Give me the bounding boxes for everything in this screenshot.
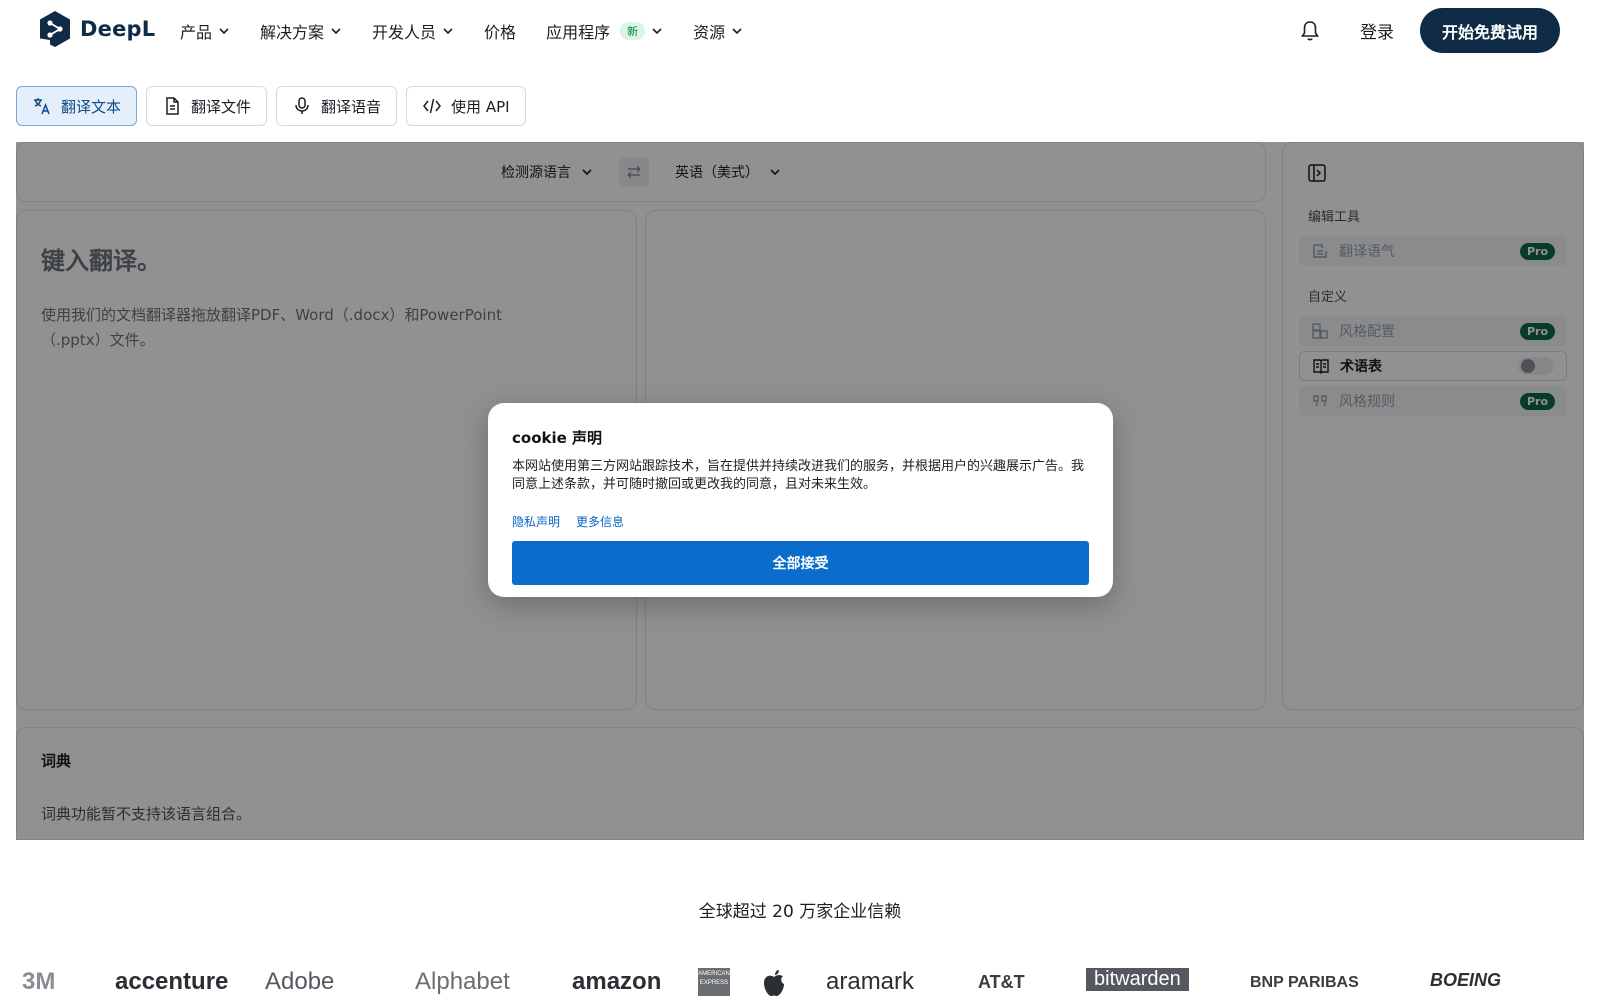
nav-label: 资源 <box>693 23 726 42</box>
chevron-down-icon <box>331 28 341 35</box>
tab-use-api[interactable]: 使用 API <box>406 86 526 126</box>
brand-logo: accenture <box>115 968 229 995</box>
code-icon <box>423 98 442 114</box>
nav-item-apps[interactable]: 应用程序 新 <box>546 18 663 44</box>
customer-logos: 3M accenture Adobe Alphabet amazon AMERI… <box>0 968 1600 1000</box>
top-navigation: DeepL 产品 解决方案 开发人员 价格 应用程序 新 资源 登录 开始免费试… <box>0 0 1600 62</box>
tab-label: 翻译文件 <box>191 97 252 116</box>
cookie-dialog: cookie 声明 本网站使用第三方网站跟踪技术，旨在提供并持续改进我们的服务，… <box>488 403 1113 597</box>
bell-icon[interactable] <box>1300 20 1320 42</box>
microphone-icon <box>295 97 309 114</box>
nav-item-solutions[interactable]: 解决方案 <box>260 18 342 44</box>
tab-label: 翻译文本 <box>61 97 122 116</box>
more-info-link[interactable]: 更多信息 <box>576 513 624 530</box>
nav-label: 应用程序 <box>546 23 611 42</box>
chevron-down-icon <box>732 28 742 35</box>
brand-logo: AMERICAN EXPRESS <box>698 968 730 996</box>
tab-label: 翻译语音 <box>321 97 382 116</box>
main-nav: 产品 解决方案 开发人员 价格 应用程序 新 资源 <box>180 18 773 44</box>
brand-logo: AT&T <box>978 972 1025 992</box>
accept-all-button[interactable]: 全部接受 <box>512 541 1089 585</box>
brand-logo: Alphabet <box>415 968 510 995</box>
nav-item-pricing[interactable]: 价格 <box>484 18 516 44</box>
brand-logo: amazon <box>572 968 662 995</box>
new-badge: 新 <box>620 22 646 40</box>
chevron-down-icon <box>219 28 229 35</box>
start-free-trial-button[interactable]: 开始免费试用 <box>1420 8 1560 53</box>
brand-logo: BOEING <box>1430 970 1502 990</box>
nav-label: 价格 <box>484 23 517 42</box>
tab-translate-speech[interactable]: 翻译语音 <box>276 86 398 126</box>
nav-label: 解决方案 <box>260 23 325 42</box>
nav-label: 产品 <box>180 23 213 42</box>
logo-text: DeepL <box>80 17 156 41</box>
brand-logo: 3M <box>22 968 56 995</box>
brand-logo: aramark <box>826 968 915 995</box>
brand-logo: bitwarden <box>1086 968 1189 991</box>
document-icon <box>166 97 179 115</box>
deepl-logo-icon <box>40 11 70 47</box>
tab-translate-text[interactable]: 翻译文本 <box>16 86 138 126</box>
login-link[interactable]: 登录 <box>1360 18 1394 43</box>
mode-tabs: 翻译文本 翻译文件 翻译语音 使用 API <box>16 86 526 126</box>
apple-logo-icon <box>764 970 784 997</box>
privacy-notice-link[interactable]: 隐私声明 <box>512 513 560 530</box>
tab-label: 使用 API <box>451 97 510 116</box>
brand-logo: BNP PARIBAS <box>1250 974 1359 991</box>
chevron-down-icon <box>652 28 662 35</box>
translate-icon <box>34 98 50 115</box>
tab-translate-files[interactable]: 翻译文件 <box>146 86 268 126</box>
chevron-down-icon <box>443 28 453 35</box>
cookie-links: 隐私声明 更多信息 <box>512 513 624 530</box>
cookie-title: cookie 声明 <box>512 429 603 447</box>
deepl-logo[interactable]: DeepL <box>38 10 155 48</box>
nav-item-products[interactable]: 产品 <box>180 18 230 44</box>
nav-item-developers[interactable]: 开发人员 <box>372 18 454 44</box>
nav-label: 开发人员 <box>372 23 437 42</box>
trust-headline: 全球超过 20 万家企业信赖 <box>698 902 902 922</box>
cookie-body: 本网站使用第三方网站跟踪技术，旨在提供并持续改进我们的服务，并根据用户的兴趣展示… <box>512 459 1085 492</box>
brand-logo: Adobe <box>265 968 335 995</box>
nav-item-resources[interactable]: 资源 <box>693 18 743 44</box>
